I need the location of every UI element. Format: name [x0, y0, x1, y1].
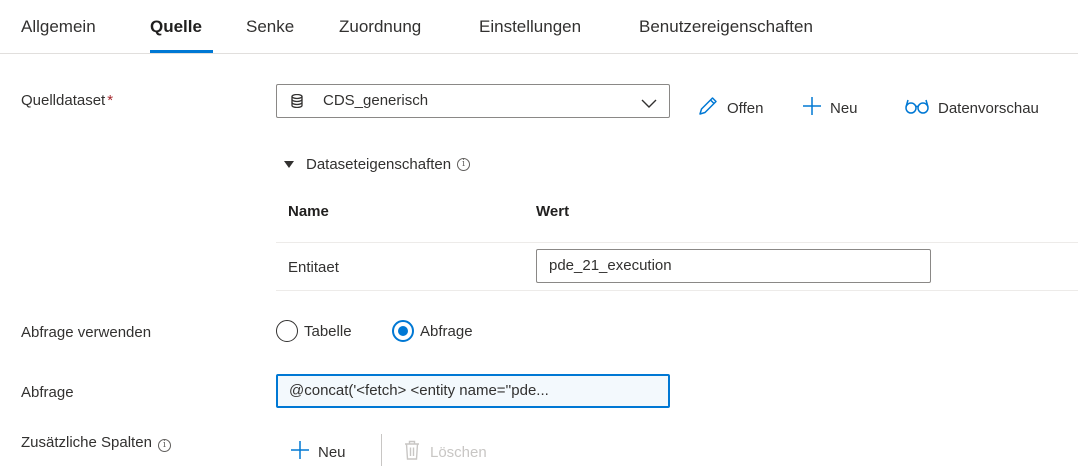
table-divider [276, 290, 1078, 291]
collapse-triangle-icon [284, 161, 294, 168]
source-dataset-label: Quelldataset * [21, 92, 113, 109]
info-icon[interactable]: i [157, 439, 171, 452]
tab-benutzereigenschaften[interactable]: Benutzereigenschaften [639, 17, 813, 37]
entitaet-value-input[interactable]: pde_21_execution [536, 249, 931, 283]
additional-columns-label: Zusätzliche Spalten i [21, 434, 171, 452]
use-query-label: Abfrage verwenden [21, 324, 152, 341]
active-tab-indicator [150, 50, 213, 53]
open-button[interactable]: Offen [697, 96, 763, 120]
data-preview-button[interactable]: Datenvorschau [904, 96, 1039, 120]
radio-tabelle-label: Tabelle [304, 322, 352, 340]
source-dataset-dropdown[interactable]: CDS_generisch [276, 84, 670, 118]
add-column-button-label: Neu [318, 443, 346, 461]
info-icon[interactable]: i [457, 158, 471, 171]
delete-column-button[interactable]: Löschen [404, 440, 487, 464]
table-divider [276, 242, 1078, 243]
open-button-label: Offen [727, 99, 764, 117]
toolbar-separator [381, 434, 382, 466]
database-icon [291, 93, 303, 113]
tab-einstellungen[interactable]: Einstellungen [479, 17, 581, 37]
glasses-icon [904, 98, 930, 119]
dataset-properties-title: Dataseteigenschaften [306, 156, 452, 173]
source-dataset-label-text: Quelldataset [21, 92, 106, 109]
column-header-name: Name [288, 203, 329, 220]
pencil-icon [697, 95, 719, 122]
tab-zuordnung[interactable]: Zuordnung [339, 17, 421, 37]
query-label: Abfrage [21, 384, 74, 401]
tab-allgemein[interactable]: Allgemein [21, 17, 96, 37]
radio-circle-checked [392, 320, 414, 342]
plus-icon [802, 96, 822, 121]
radio-abfrage[interactable]: Abfrage [392, 320, 473, 342]
data-preview-button-label: Datenvorschau [938, 99, 1039, 117]
required-marker: * [107, 92, 114, 109]
new-dataset-button[interactable]: Neu [802, 96, 858, 120]
property-name-entitaet: Entitaet [288, 259, 339, 276]
query-input[interactable]: @concat('<fetch> <entity name=''pde... [276, 374, 670, 408]
delete-column-button-label: Löschen [430, 443, 487, 461]
tab-senke[interactable]: Senke [246, 17, 294, 37]
radio-abfrage-label: Abfrage [420, 322, 473, 340]
column-header-value: Wert [536, 203, 570, 220]
plus-icon [290, 440, 310, 465]
radio-circle-unchecked [276, 320, 298, 342]
dataset-properties-toggle[interactable]: Dataseteigenschaften i [284, 156, 471, 173]
tab-quelle[interactable]: Quelle [150, 17, 202, 37]
add-column-button[interactable]: Neu [290, 440, 346, 464]
new-dataset-button-label: Neu [830, 99, 858, 117]
radio-tabelle[interactable]: Tabelle [276, 320, 352, 342]
chevron-down-icon [641, 96, 657, 114]
trash-icon [404, 440, 420, 465]
tab-bar: Allgemein Quelle Senke Zuordnung Einstel… [0, 0, 1078, 54]
source-dataset-value: CDS_generisch [323, 92, 429, 109]
additional-columns-label-text: Zusätzliche Spalten [21, 434, 152, 451]
